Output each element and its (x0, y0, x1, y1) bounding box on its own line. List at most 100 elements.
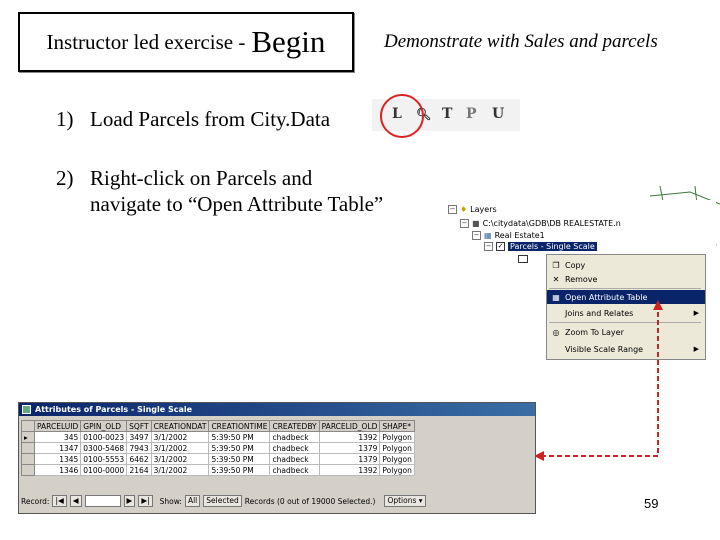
column-header[interactable]: CREATEDBY (269, 420, 320, 432)
row-selector[interactable] (21, 442, 35, 454)
record-label: Record: (21, 496, 50, 506)
step-number: 2) (56, 166, 74, 190)
record-status-bar: Record: |◀ ◀ ▶ ▶| Show: All Selected Rec… (21, 493, 533, 509)
cell: 6462 (126, 453, 152, 465)
toolbar-letter-u[interactable]: U (492, 106, 504, 122)
cell: Polygon (379, 442, 415, 454)
remove-icon: ✕ (552, 274, 560, 284)
toolbar-letter-t[interactable]: T (442, 106, 452, 122)
collapse-icon[interactable]: − (472, 231, 481, 240)
menu-item-remove[interactable]: ✕ Remove (547, 272, 705, 286)
cell: 1392 (318, 431, 381, 443)
column-header[interactable]: CREATIONDAT (150, 420, 210, 432)
table-row[interactable]: ▸ 345 0100-0023 3497 3/1/2002 5:39:50 PM… (21, 431, 415, 443)
column-header[interactable]: GPIN_OLD (80, 420, 128, 432)
cell: 3/1/2002 (150, 442, 210, 454)
highlight-circle (380, 94, 424, 138)
layer-visibility-checkbox[interactable]: ✓ (496, 242, 505, 251)
step-text-continued: navigate to “Open Attribute Table” (90, 192, 384, 216)
cell: 1347 (33, 442, 82, 454)
step-number: 1) (56, 107, 74, 131)
cell: Polygon (379, 464, 415, 476)
row-selector[interactable] (21, 453, 35, 465)
table-row[interactable]: 1345 0100-5553 6462 3/1/2002 5:39:50 PM … (21, 453, 415, 465)
menu-item-label: Remove (565, 274, 598, 284)
subtitle: Demonstrate with Sales and parcels (384, 31, 658, 52)
cell: 0100-5553 (80, 453, 128, 465)
toc-database-row[interactable]: − ■ C:\citydata\GDB\DB REALESTATE.n (460, 219, 621, 228)
attribute-grid: PARCELUID GPIN_OLD SQFT CREATIONDAT CREA… (21, 420, 415, 476)
cell: 3/1/2002 (150, 453, 210, 465)
column-header[interactable]: SQFT (126, 420, 152, 432)
step-text: Load Parcels from City.Data (90, 107, 331, 131)
attribute-table-window: Attributes of Parcels - Single Scale PAR… (18, 402, 536, 514)
submenu-arrow-icon: ▶ (693, 309, 699, 317)
cell: chadbeck (269, 453, 320, 465)
cell: chadbeck (269, 464, 320, 476)
options-button[interactable]: Options ▾ (384, 495, 426, 507)
cell: Polygon (379, 431, 415, 443)
toc-root-label: Layers (470, 205, 497, 214)
window-title-bar: Attributes of Parcels - Single Scale (19, 403, 535, 416)
submenu-arrow-icon: ▶ (693, 345, 699, 353)
records-count-text: Records (0 out of 19000 Selected.) (244, 496, 376, 506)
next-record-button[interactable]: ▶ (123, 495, 136, 507)
toc-layer-label[interactable]: Parcels - Single Scale (508, 242, 597, 251)
cell: 3/1/2002 (150, 431, 210, 443)
database-icon: ■ (472, 219, 480, 228)
table-row[interactable]: 1347 0300-5468 7943 3/1/2002 5:39:50 PM … (21, 442, 415, 454)
title-prefix: Instructor led exercise - (46, 29, 246, 54)
cell: chadbeck (269, 431, 320, 443)
collapse-icon[interactable]: − (460, 219, 469, 228)
toc-database-label: C:\citydata\GDB\DB REALESTATE.n (482, 219, 621, 228)
layers-icon: ♦ (460, 205, 468, 214)
table-window-icon (22, 405, 31, 414)
page-number: 59 (644, 496, 659, 511)
layer-symbol-row (518, 255, 528, 263)
header-row: PARCELUID GPIN_OLD SQFT CREATIONDAT CREA… (21, 420, 415, 432)
cell: 7943 (126, 442, 152, 454)
menu-item-copy[interactable]: ❐ Copy (547, 258, 705, 272)
connector-arrow (534, 300, 663, 461)
cell: 345 (33, 431, 82, 443)
toc-group-label: Real Estate1 (494, 231, 545, 240)
record-number-field[interactable] (84, 495, 121, 507)
toolbar-letter-p[interactable]: P (466, 106, 477, 122)
copy-icon: ❐ (552, 260, 560, 270)
row-header-corner (21, 420, 35, 432)
cell: 3/1/2002 (150, 464, 210, 476)
cell: 1379 (318, 442, 381, 454)
cell: 0100-0000 (80, 464, 128, 476)
cell: 5:39:50 PM (208, 442, 271, 454)
cell: Polygon (379, 453, 415, 465)
cell: 2164 (126, 464, 152, 476)
cell: 0300-5468 (80, 442, 128, 454)
column-header[interactable]: SHAPE* (379, 420, 415, 432)
cell: chadbeck (269, 442, 320, 454)
toc-layers-row[interactable]: − ♦ Layers (448, 205, 497, 214)
options-label: Options (387, 496, 417, 505)
cell: 5:39:50 PM (208, 453, 271, 465)
group-icon: ▦ (484, 231, 492, 240)
collapse-icon[interactable]: − (484, 242, 493, 251)
first-record-button[interactable]: |◀ (52, 495, 67, 507)
step-1: 1) Load Parcels from City.Data (56, 106, 330, 132)
row-selector[interactable] (21, 464, 35, 476)
last-record-button[interactable]: ▶| (138, 495, 153, 507)
cell: 3497 (126, 431, 152, 443)
dropdown-arrow-icon: ▾ (418, 496, 423, 505)
toc-layer-row[interactable]: − ✓ Parcels - Single Scale (484, 242, 597, 251)
column-header[interactable]: CREATIONTIME (208, 420, 271, 432)
collapse-icon[interactable]: − (448, 205, 457, 214)
title-box: Instructor led exercise - Begin (18, 12, 354, 72)
menu-item-label: Copy (565, 260, 586, 270)
table-row[interactable]: 1346 0100-0000 2164 3/1/2002 5:39:50 PM … (21, 464, 415, 476)
show-all-button[interactable]: All (184, 495, 201, 507)
column-header[interactable]: PARCELUID (33, 420, 82, 432)
cell: 5:39:50 PM (208, 431, 271, 443)
column-header[interactable]: PARCELID_OLD (318, 420, 381, 432)
show-selected-button[interactable]: Selected (203, 495, 242, 507)
toc-group-row[interactable]: − ▦ Real Estate1 (472, 231, 545, 240)
previous-record-button[interactable]: ◀ (69, 495, 82, 507)
row-selector[interactable]: ▸ (21, 431, 35, 443)
